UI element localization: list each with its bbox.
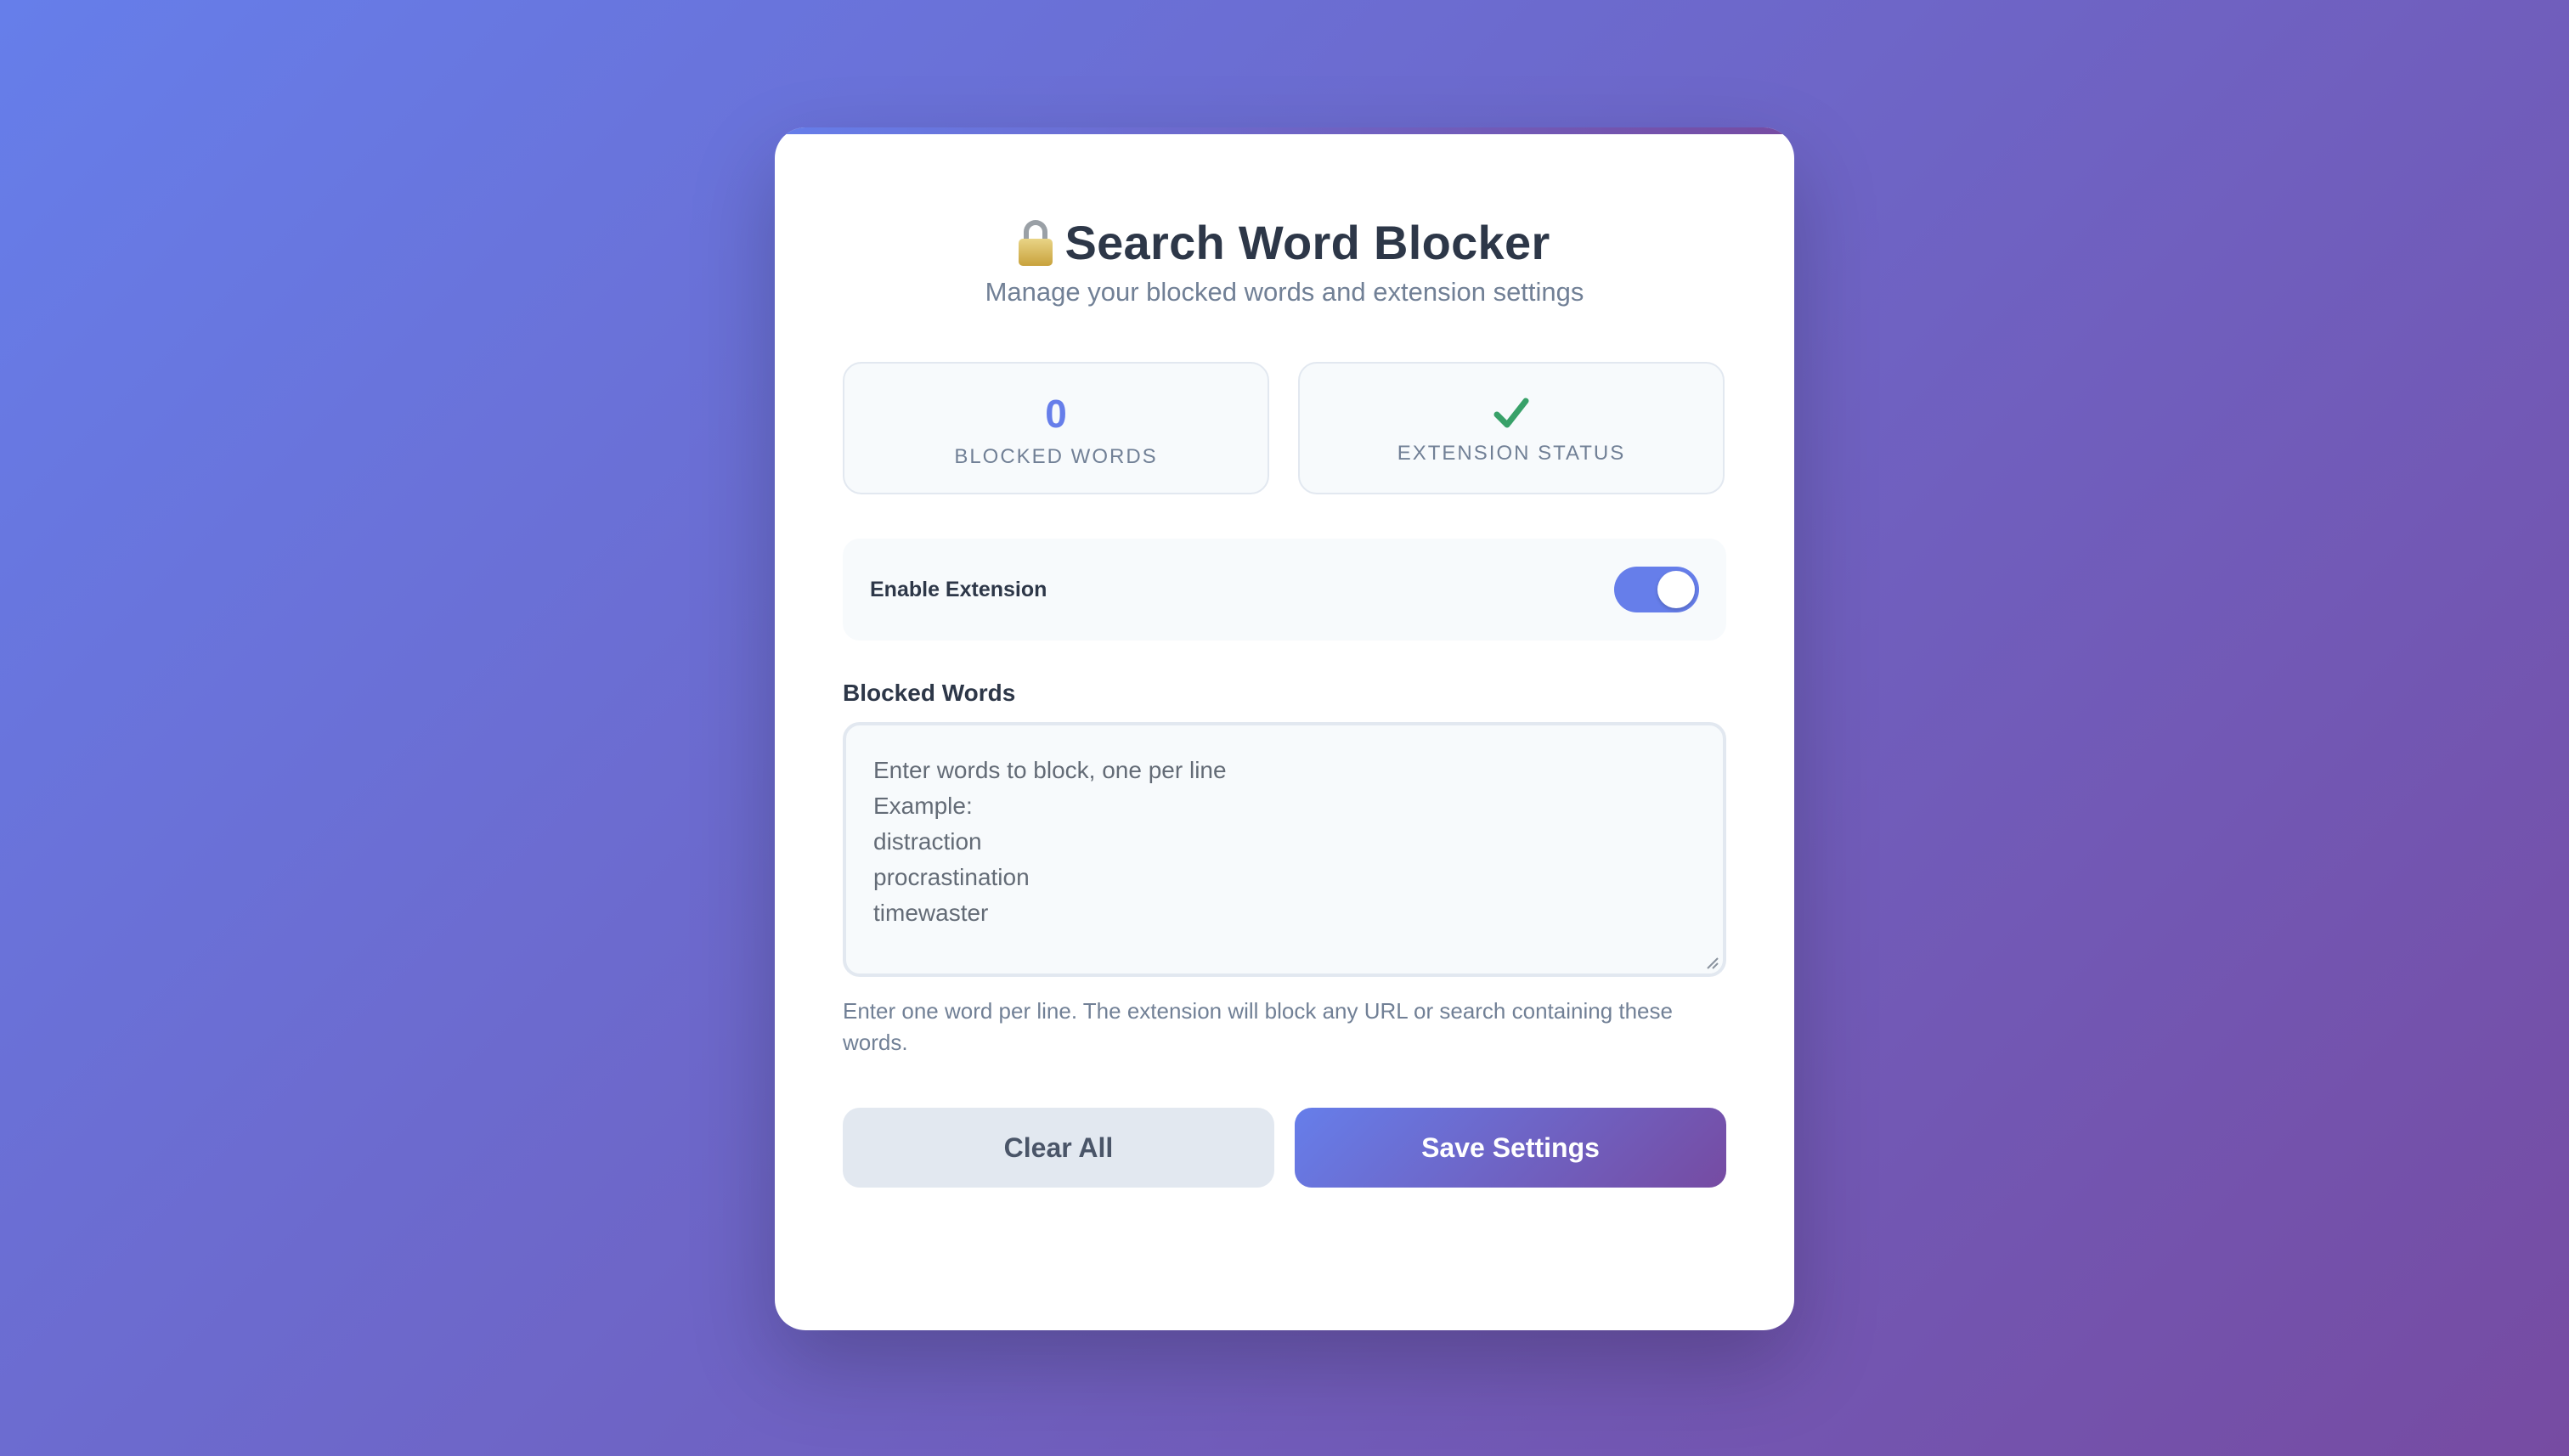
blocked-words-stat-label: Blocked Words	[954, 445, 1158, 468]
blocked-words-stat: 0 Blocked Words	[843, 362, 1269, 494]
page-title: Search Word Blocker	[1064, 215, 1550, 269]
extension-status-label: Extension Status	[1397, 442, 1626, 465]
resize-handle-icon[interactable]	[1704, 955, 1719, 970]
blocked-words-textarea[interactable]: Enter words to block, one per line Examp…	[843, 722, 1726, 977]
clear-all-button[interactable]: Clear All	[843, 1108, 1274, 1188]
save-settings-button[interactable]: Save Settings	[1295, 1108, 1726, 1188]
settings-card: Search Word Blocker Manage your blocked …	[775, 127, 1794, 1330]
blocked-words-help: Enter one word per line. The extension w…	[843, 998, 1673, 1055]
placeholder-line: distraction	[873, 828, 982, 855]
placeholder-line: Enter words to block, one per line	[873, 757, 1227, 783]
placeholder-line: Example:	[873, 793, 973, 819]
enable-extension-label: Enable Extension	[870, 577, 1047, 601]
placeholder-line: timewaster	[873, 900, 989, 926]
page-subtitle: Manage your blocked words and extension …	[985, 277, 1584, 307]
placeholder-line: procrastination	[873, 864, 1030, 890]
blocked-words-label: Blocked Words	[843, 680, 1016, 706]
lock-icon	[1019, 220, 1053, 266]
check-icon	[1493, 398, 1529, 428]
card-accent-bar	[775, 127, 1794, 134]
enable-extension-toggle[interactable]	[1614, 567, 1699, 612]
extension-status-stat: Extension Status	[1298, 362, 1725, 494]
header: Search Word Blocker	[775, 195, 1794, 289]
blocked-words-count: 0	[1045, 392, 1067, 436]
enable-extension-row: Enable Extension	[843, 539, 1726, 641]
toggle-knob	[1657, 571, 1695, 608]
